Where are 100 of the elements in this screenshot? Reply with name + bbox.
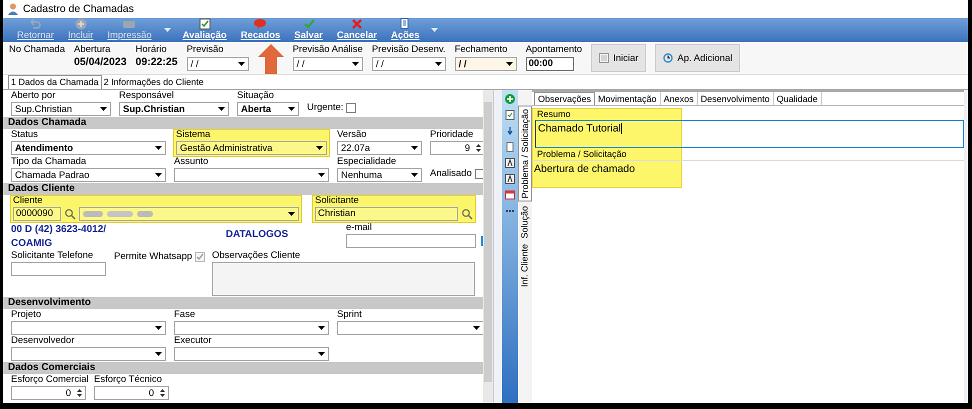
dropdown[interactable] [11,321,166,335]
field-label: Especialidade [337,157,398,167]
undo-icon [28,18,42,30]
caret-icon [473,326,480,330]
section-header: Dados Chamada [3,117,483,129]
page-icon[interactable] [505,142,515,152]
tab[interactable]: Observações [534,92,596,105]
date-dropdown[interactable]: / / [454,57,517,71]
toolbar-button[interactable]: Cancelar [330,18,383,42]
section-header: Dados Comerciais [3,362,483,374]
dropdown[interactable]: Atendimento [11,141,166,155]
toolbar-button[interactable]: Avaliação [176,18,233,42]
text-icon[interactable] [505,174,515,184]
tab[interactable]: Anexos [660,92,698,105]
date-dropdown[interactable]: / / [186,57,249,71]
dropdown[interactable] [337,321,483,335]
caret-icon [316,146,323,150]
field-label: Solicitante [315,196,360,206]
caret-icon [155,326,162,330]
field-label: Status [11,130,39,140]
dropdown[interactable]: Chamada Padrao [11,168,166,182]
time-field[interactable]: 00:00 [526,57,574,71]
dropdown[interactable]: Sup.Christian [119,102,229,116]
spin-field[interactable]: 0 [11,386,86,400]
field-label: Aberto por [11,91,56,101]
vertical-tab[interactable]: Inf. Cliente [518,242,532,290]
dropdown[interactable] [174,321,329,335]
cross-icon [350,18,364,30]
field-label: Sprint [337,310,363,320]
tab[interactable]: Desenvolvimento [698,92,774,105]
clock-icon [663,53,674,63]
email-field[interactable] [346,234,476,248]
dropdown[interactable] [174,347,329,361]
header-button[interactable]: Iniciar [591,44,646,72]
caret-icon [288,107,295,111]
text-icon[interactable] [505,158,515,168]
client-info-text: 00 D (42) 3623-4012/ [11,223,108,236]
toolbar-button[interactable]: Salvar [288,18,329,42]
caret-icon [318,352,325,356]
field-label: Observações Cliente [212,251,302,261]
search-icon[interactable] [64,208,76,220]
tab[interactable]: 2 Informações do Cliente [102,75,206,89]
spin-field[interactable]: 9 [430,141,483,155]
text-area[interactable] [212,262,475,296]
input-field[interactable] [11,262,106,276]
caret-icon [352,62,359,66]
list-icon [599,53,610,63]
spin-field[interactable]: 0 [94,386,169,400]
arrow-annotation [258,44,284,74]
checkbox-icon[interactable] [505,110,515,120]
search-icon[interactable] [461,208,473,220]
header-button[interactable]: Ap. Adicional [655,44,740,72]
field-label: Fase [174,310,196,320]
section-header: Dados Cliente [3,183,483,195]
toolbar-button[interactable]: Recados [234,18,286,42]
field-label: Tipo da Chamada [11,157,88,167]
caret-icon[interactable] [431,28,438,32]
calendar-icon[interactable] [505,190,515,200]
spinner-arrows-icon [476,143,481,153]
field-label: Problema / Solicitação [536,148,628,160]
field-label: Prioridade [430,130,474,140]
person-icon [8,3,18,15]
caret-icon [506,62,513,66]
client-info-text: COAMIG [11,237,54,250]
field-label: e-mail [346,223,373,233]
caret-icon [318,326,325,330]
date-dropdown[interactable]: / / [292,57,363,71]
toolbar-button[interactable]: Ações [384,18,426,42]
scrollbar[interactable] [483,90,493,403]
tab[interactable]: 1 Dados da Chamada [8,75,102,89]
vertical-tab[interactable]: Solução [518,204,532,240]
field-label: Fechamento [454,44,508,55]
tab[interactable]: Qualidade [774,92,822,105]
tab[interactable]: Movimentação [595,92,661,105]
dropdown[interactable]: Nenhuma [337,168,422,182]
field-label: Previsão Desenv. [372,44,446,55]
checkbox-label: Analisado [430,168,472,179]
code-field[interactable]: 0000090 [13,207,61,221]
dropdown[interactable]: Sup.Christian [11,102,111,116]
add-icon[interactable] [505,94,515,104]
caret-icon [100,107,107,111]
caret-icon [411,146,418,150]
input-field[interactable]: Christian [315,207,458,221]
field-label: Abertura [74,44,112,55]
checkbox-label: Permite Whatsapp [114,251,192,262]
date-dropdown[interactable]: / / [372,57,446,71]
checkbox[interactable] [474,168,483,178]
dropdown[interactable]: 22.07a [337,141,422,155]
summary-field[interactable]: Chamado Tutorial [535,120,964,148]
checkbox[interactable] [346,102,356,112]
dropdown[interactable] [11,347,166,361]
dropdown[interactable] [174,168,329,182]
down-arrow-icon[interactable] [505,126,515,136]
dropdown[interactable]: Aberta [237,102,299,116]
dropdown[interactable] [79,207,299,221]
problem-text-area[interactable]: Abertura de chamado [532,160,964,178]
section-header: Desenvolvimento [3,297,483,309]
vertical-tab[interactable]: Problema / Solicitação [518,106,532,202]
field-label: Desenvolvedor [11,336,76,346]
dropdown[interactable]: Gestão Administrativa [176,141,327,155]
